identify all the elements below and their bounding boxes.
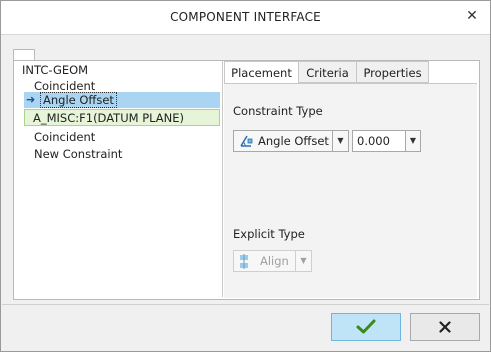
tab-bar: Placement Criteria Properties bbox=[224, 61, 477, 84]
tab-properties[interactable]: Properties bbox=[356, 61, 429, 83]
chevron-down-icon[interactable]: ▼ bbox=[405, 131, 420, 151]
tree-root[interactable]: INTC-GEOM bbox=[22, 62, 88, 79]
arrow-right-icon: ➜ bbox=[26, 93, 36, 106]
explicit-type-dropdown[interactable]: Align ▼ bbox=[233, 250, 312, 272]
placement-pane: Constraint Type Angle Offset ▼ 0.000 ▼ E… bbox=[224, 83, 477, 298]
title-bar: COMPONENT INTERFACE ✕ bbox=[1, 1, 490, 35]
tree-item-angle-offset[interactable]: ➜ Angle Offset bbox=[24, 92, 220, 108]
x-icon bbox=[439, 321, 451, 333]
align-icon bbox=[239, 254, 249, 269]
offset-value[interactable]: 0.000 bbox=[357, 131, 390, 151]
constraint-tree: INTC-GEOM Coincident ➜ Angle Offset A_MI… bbox=[14, 61, 223, 297]
angle-offset-icon bbox=[239, 134, 253, 148]
dialog-title: COMPONENT INTERFACE bbox=[170, 10, 321, 24]
tab-placement[interactable]: Placement bbox=[224, 61, 299, 84]
close-icon[interactable]: ✕ bbox=[464, 8, 480, 24]
chevron-down-icon[interactable]: ▼ bbox=[332, 131, 348, 151]
component-interface-dialog: COMPONENT INTERFACE ✕ INTC-GEOM Coincide… bbox=[0, 0, 491, 352]
constraint-type-dropdown[interactable]: Angle Offset ▼ bbox=[233, 130, 349, 152]
tree-item-coincident-2[interactable]: Coincident bbox=[34, 129, 95, 146]
footer-divider bbox=[2, 304, 489, 305]
constraint-type-label: Constraint Type bbox=[233, 104, 323, 118]
tab-criteria[interactable]: Criteria bbox=[298, 61, 357, 83]
constraint-type-value: Angle Offset bbox=[258, 134, 329, 148]
tree-item-reference[interactable]: A_MISC:F1(DATUM PLANE) bbox=[24, 109, 220, 126]
ok-button[interactable] bbox=[331, 313, 401, 341]
explicit-type-value: Align bbox=[260, 254, 289, 268]
chevron-down-icon[interactable]: ▼ bbox=[295, 251, 311, 271]
cancel-button[interactable] bbox=[410, 313, 480, 341]
offset-value-field[interactable]: 0.000 ▼ bbox=[352, 130, 421, 152]
checkmark-icon bbox=[356, 319, 376, 334]
tree-item-label: Angle Offset bbox=[40, 92, 117, 108]
tree-item-new-constraint[interactable]: New Constraint bbox=[34, 146, 122, 163]
explicit-type-label: Explicit Type bbox=[233, 227, 305, 241]
